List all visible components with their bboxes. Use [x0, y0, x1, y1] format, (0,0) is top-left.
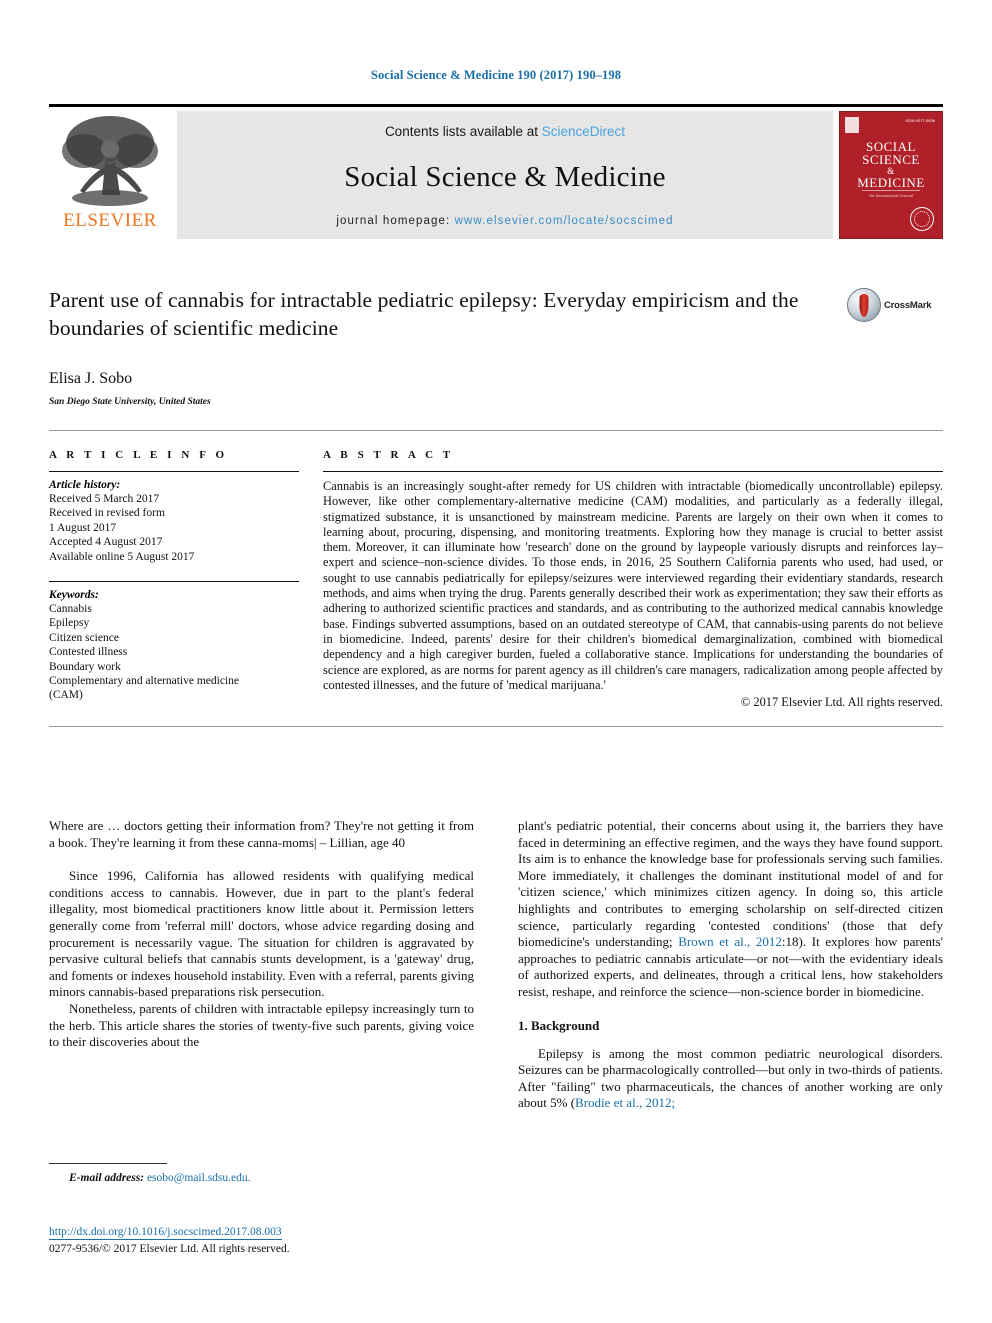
- article-info-column: A R T I C L E I N F O Article history: R…: [49, 449, 317, 710]
- keyword-2: Citizen science: [49, 631, 119, 644]
- keyword-6: (CAM): [49, 689, 83, 702]
- elsevier-tree-icon: [62, 116, 158, 206]
- crossmark-icon: [847, 288, 881, 322]
- body-paragraph-left-2: Nonetheless, parents of children with in…: [49, 1000, 474, 1050]
- footer-block: http://dx.doi.org/10.1016/j.socscimed.20…: [49, 1222, 549, 1255]
- cover-seal-icon: [910, 207, 934, 231]
- body-paragraph-left-1: Since 1996, California has allowed resid…: [49, 868, 474, 1000]
- cover-corner-mark: [845, 117, 859, 133]
- elsevier-wordmark: ELSEVIER: [63, 210, 157, 231]
- crossmark-label: CrossMark: [884, 299, 932, 311]
- article-first-page: Social Science & Medicine 190 (2017) 190…: [0, 0, 992, 1323]
- footer-copyright: 0277-9536/© 2017 Elsevier Ltd. All right…: [49, 1243, 290, 1255]
- running-head: Social Science & Medicine 190 (2017) 190…: [370, 68, 622, 82]
- body-columns: Where are … doctors getting their inform…: [49, 818, 943, 1112]
- cover-title-line2: SCIENCE: [862, 152, 920, 167]
- body-paragraph-right-2: Epilepsy is among the most common pediat…: [518, 1046, 943, 1112]
- author-name: Elisa J. Sobo: [49, 370, 133, 387]
- cover-title: SOCIAL SCIENCE & MEDICINE: [840, 140, 942, 189]
- citation-brown-2012[interactable]: Brown et al., 2012: [678, 934, 782, 949]
- cover-title-line3: MEDICINE: [857, 175, 925, 190]
- elsevier-logo: ELSEVIER: [49, 111, 171, 239]
- title-block: CrossMark Parent use of cannabis for int…: [49, 286, 943, 407]
- crossmark-badge-group[interactable]: CrossMark: [847, 288, 943, 322]
- keyword-1: Epilepsy: [49, 617, 90, 630]
- article-history-0: Received 5 March 2017: [49, 493, 160, 505]
- body-column-right: plant's pediatric potential, their conce…: [518, 818, 943, 1112]
- doi-link[interactable]: http://dx.doi.org/10.1016/j.socscimed.20…: [49, 1226, 282, 1240]
- contents-available-line: Contents lists available at ScienceDirec…: [385, 124, 625, 139]
- article-history-4: Available online 5 August 2017: [49, 550, 195, 563]
- info-abstract-panel: A R T I C L E I N F O Article history: R…: [49, 430, 943, 728]
- article-history-2: 1 August 2017: [49, 521, 117, 534]
- epigraph-quote: Where are … doctors getting their inform…: [49, 818, 474, 850]
- journal-cover-thumbnail: ISSN 0277-9536 SOCIAL SCIENCE & MEDICINE…: [839, 111, 943, 239]
- cover-issn: ISSN 0277-9536: [905, 118, 935, 123]
- footnote-email-label: E-mail address:: [69, 1172, 145, 1184]
- abstract-heading: A B S T R A C T: [323, 449, 454, 461]
- article-history-label: Article history:: [49, 479, 121, 491]
- footnote-email-link[interactable]: esobo@mail.sdsu.edu.: [147, 1172, 251, 1184]
- homepage-prefix: journal homepage:: [336, 215, 455, 227]
- journal-title: Social Science & Medicine: [344, 160, 666, 193]
- journal-homepage-line: journal homepage: www.elsevier.com/locat…: [336, 215, 673, 227]
- journal-band: Contents lists available at ScienceDirec…: [177, 111, 833, 239]
- footnote-rule: [49, 1163, 167, 1164]
- keyword-0: Cannabis: [49, 603, 92, 616]
- sciencedirect-link[interactable]: ScienceDirect: [542, 124, 625, 139]
- contents-prefix: Contents lists available at: [384, 124, 542, 139]
- section-heading-background: 1. Background: [518, 1017, 600, 1033]
- page-title: Parent use of cannabis for intractable p…: [49, 288, 799, 340]
- cover-subtitle: An International Journal: [862, 190, 920, 198]
- article-history-3: Accepted 4 August 2017: [49, 536, 163, 549]
- keyword-5: Complementary and alternative medicine: [49, 675, 239, 688]
- body-column-left: Where are … doctors getting their inform…: [49, 818, 474, 1112]
- abstract-copyright: © 2017 Elsevier Ltd. All rights reserved…: [740, 695, 943, 710]
- author-affiliation: San Diego State University, United State…: [49, 397, 211, 407]
- article-info-heading: A R T I C L E I N F O: [49, 449, 228, 461]
- abstract-rule: [323, 471, 943, 472]
- body-paragraph-right-1: plant's pediatric potential, their conce…: [518, 818, 943, 1001]
- keywords-rule: [49, 581, 299, 583]
- article-info-rule: [49, 471, 299, 472]
- keyword-3: Contested illness: [49, 646, 128, 659]
- article-history-1: Received in revised form: [49, 507, 165, 520]
- abstract-text: Cannabis is an increasingly sought-after…: [323, 479, 943, 692]
- citation-brodie-2012[interactable]: Brodie et al., 2012;: [575, 1095, 675, 1110]
- keyword-4: Boundary work: [49, 660, 121, 673]
- keywords-label: Keywords:: [49, 589, 99, 602]
- body-right-1-part-a: plant's pediatric potential, their conce…: [518, 818, 943, 950]
- abstract-column: A B S T R A C T Cannabis is an increasin…: [317, 449, 943, 710]
- footnote-block: E-mail address: esobo@mail.sdsu.edu.: [49, 1163, 474, 1184]
- footnote-email-line: E-mail address: esobo@mail.sdsu.edu.: [49, 1172, 474, 1184]
- homepage-url-link[interactable]: www.elsevier.com/locate/socscimed: [455, 215, 674, 227]
- journal-masthead: ELSEVIER Contents lists available at Sci…: [49, 104, 943, 239]
